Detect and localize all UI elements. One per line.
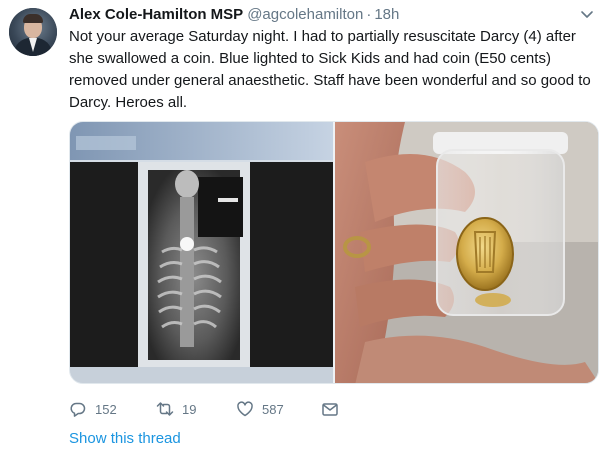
retweet-button[interactable]: 19: [156, 398, 196, 420]
xray-image: [70, 122, 333, 383]
tweet-media[interactable]: [69, 121, 599, 384]
tweet-actions: 152 19 587: [69, 398, 399, 420]
author-avatar[interactable]: [9, 8, 57, 56]
xray-photo[interactable]: [70, 122, 333, 383]
retweet-count: 19: [182, 401, 197, 417]
envelope-icon: [322, 403, 338, 416]
like-count: 587: [262, 401, 284, 417]
chevron-down-icon[interactable]: [580, 10, 594, 20]
coin-jar-image: [335, 122, 598, 383]
reply-button[interactable]: 152: [69, 398, 117, 420]
coin-jar-photo[interactable]: [335, 122, 598, 383]
show-thread-link[interactable]: Show this thread: [69, 430, 181, 447]
header-separator: ·: [366, 6, 372, 23]
like-button[interactable]: 587: [236, 398, 284, 420]
avatar-hair: [23, 14, 43, 23]
retweet-icon: [156, 402, 174, 416]
tweet-timestamp[interactable]: 18h: [374, 6, 399, 23]
author-name[interactable]: Alex Cole-Hamilton MSP: [69, 6, 243, 23]
tweet-header: Alex Cole-Hamilton MSP @agcolehamilton ·…: [69, 6, 399, 24]
direct-message-button[interactable]: [321, 398, 339, 420]
reply-count: 152: [95, 401, 117, 417]
tweet-text: Not your average Saturday night. I had t…: [69, 28, 591, 111]
heart-icon: [237, 401, 253, 417]
author-handle[interactable]: @agcolehamilton: [247, 6, 363, 23]
reply-icon: [70, 402, 86, 417]
